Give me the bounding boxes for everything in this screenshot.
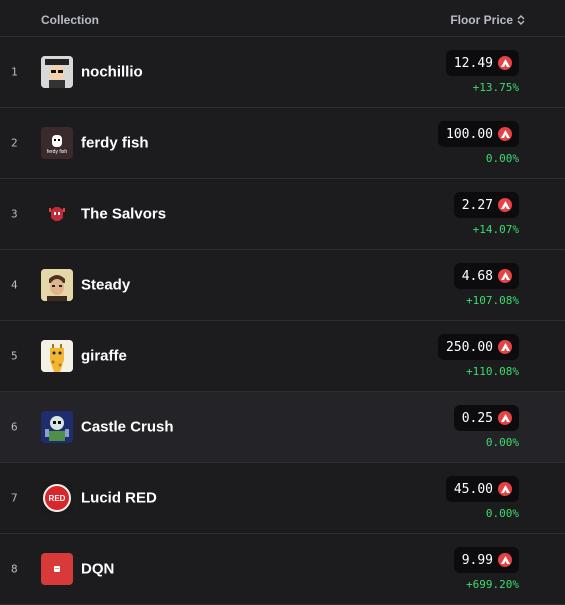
price-change: 0.00% (485, 152, 519, 165)
giraffe-avatar-icon (41, 340, 73, 372)
floor-price: 45.00 0.00% (445, 476, 519, 520)
collection-name[interactable]: Lucid RED (81, 490, 157, 507)
floor-price-column-header: Floor Price (450, 13, 513, 27)
price-value: 12.49 (453, 55, 493, 71)
collection-name[interactable]: Castle Crush (81, 419, 174, 436)
avax-icon (498, 269, 512, 283)
collection-name[interactable]: giraffe (81, 348, 127, 365)
table-header: Collection Floor Price (0, 0, 565, 37)
salvors-avatar-icon (41, 198, 73, 230)
row-rank: 3 (11, 207, 18, 221)
price-value: 4.68 (461, 268, 493, 284)
collection-column-header: Collection (41, 13, 100, 27)
table-row[interactable]: 5 giraffe 250.00 +110.08% (0, 321, 565, 392)
table-row[interactable]: 2 ferdy fish ferdy fish 100.00 0.00% (0, 108, 565, 179)
price-pill: 250.00 (438, 334, 519, 360)
price-pill: 45.00 (445, 476, 519, 502)
nochillio-avatar-icon (41, 56, 73, 88)
price-change: 0.00% (485, 507, 519, 520)
avax-icon (498, 553, 512, 567)
ferdy-fish-avatar-caption: ferdy fish (46, 149, 68, 155)
table-row[interactable]: 8 DQN 9.99 +699.20% (0, 534, 565, 605)
collection-name[interactable]: DQN (81, 561, 114, 578)
floor-price: 4.68 +107.08% (453, 263, 519, 307)
avax-icon (498, 127, 512, 141)
lucid-red-avatar-icon: RED (41, 482, 73, 514)
price-value: 100.00 (446, 126, 493, 142)
price-change: 0.00% (485, 436, 519, 449)
steady-avatar-icon (41, 269, 73, 301)
price-pill: 2.27 (453, 192, 519, 218)
table-row[interactable]: 3 The Salvors 2.27 +14.07% (0, 179, 565, 250)
row-rank: 1 (11, 65, 18, 79)
collection-name[interactable]: Steady (81, 277, 130, 294)
sort-icon (517, 15, 525, 25)
avax-icon (498, 482, 512, 496)
price-pill: 4.68 (453, 263, 519, 289)
row-rank: 8 (11, 562, 18, 576)
collection-name[interactable]: nochillio (81, 64, 143, 81)
row-rank: 6 (11, 420, 18, 434)
price-change: +699.20% (466, 578, 519, 591)
row-rank: 2 (11, 136, 18, 150)
price-value: 0.25 (461, 410, 493, 426)
ferdy-fish-avatar-icon: ferdy fish (41, 127, 73, 159)
floor-price: 0.25 0.00% (453, 405, 519, 449)
lucid-red-badge-text: RED (48, 493, 66, 503)
row-rank: 5 (11, 349, 18, 363)
row-rank: 7 (11, 491, 18, 505)
lucid-red-badge: RED (43, 484, 71, 512)
floor-price: 12.49 +13.75% (445, 50, 519, 94)
dqn-avatar-icon (41, 553, 73, 585)
table-row[interactable]: 7 RED Lucid RED 45.00 0.00% (0, 463, 565, 534)
price-value: 250.00 (446, 339, 493, 355)
price-change: +110.08% (466, 365, 519, 378)
price-pill: 0.25 (453, 405, 519, 431)
avax-icon (498, 56, 512, 70)
avax-icon (498, 198, 512, 212)
floor-price-sort-button[interactable]: Floor Price (450, 13, 525, 27)
price-value: 9.99 (461, 552, 493, 568)
price-pill: 100.00 (438, 121, 519, 147)
floor-price: 2.27 +14.07% (453, 192, 519, 236)
price-value: 45.00 (453, 481, 493, 497)
avax-icon (498, 340, 512, 354)
floor-price: 9.99 +699.20% (453, 547, 519, 591)
price-change: +107.08% (466, 294, 519, 307)
floor-price: 250.00 +110.08% (438, 334, 519, 378)
price-pill: 12.49 (445, 50, 519, 76)
table-row[interactable]: 6 Castle Crush 0.25 0.00% (0, 392, 565, 463)
row-rank: 4 (11, 278, 18, 292)
avax-icon (498, 411, 512, 425)
collection-name[interactable]: The Salvors (81, 206, 166, 223)
price-change: +14.07% (472, 223, 519, 236)
price-value: 2.27 (461, 197, 493, 213)
collections-table: Collection Floor Price 1 nochillio 12.49… (0, 0, 565, 605)
table-row[interactable]: 1 nochillio 12.49 +13.75% (0, 37, 565, 108)
price-change: +13.75% (472, 81, 519, 94)
price-pill: 9.99 (453, 547, 519, 573)
collection-name[interactable]: ferdy fish (81, 135, 149, 152)
floor-price: 100.00 0.00% (438, 121, 519, 165)
castle-crush-avatar-icon (41, 411, 73, 443)
table-row[interactable]: 4 Steady 4.68 +107.08% (0, 250, 565, 321)
